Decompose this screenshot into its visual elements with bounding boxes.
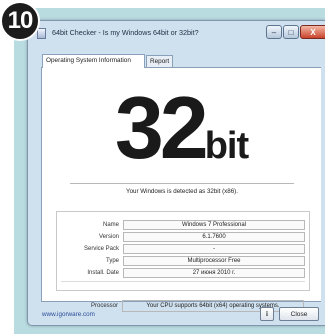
website-link[interactable]: www.igorware.com	[42, 311, 95, 318]
info-row-name: Name Windows 7 Professional	[57, 220, 309, 231]
info-row-install-date: Install. Date 27 июня 2010 г.	[57, 268, 309, 279]
result-display: 32bit	[42, 78, 321, 178]
minimize-button[interactable]: –	[266, 25, 282, 39]
app-window: 64bit Checker - Is my Windows 64bit or 3…	[27, 20, 325, 326]
info-label: Type	[105, 258, 119, 264]
close-button[interactable]: Close	[279, 307, 319, 321]
system-info-group: Name Windows 7 Professional Version 6.1.…	[56, 211, 310, 291]
info-label: Name	[102, 222, 119, 228]
detected-message: Your Windows is detected as 32bit (x86).	[70, 183, 294, 199]
app-window-icon	[37, 28, 46, 39]
info-row-version: Version 6.1.7600	[57, 232, 309, 243]
info-row-type: Type Multiprocessor Free	[57, 256, 309, 267]
info-label: Version	[98, 234, 119, 240]
info-label: Install. Date	[87, 270, 119, 276]
result-number: 32	[114, 78, 209, 177]
tab-report[interactable]: Report	[146, 55, 173, 67]
title-bar[interactable]: 64bit Checker - Is my Windows 64bit or 3…	[28, 21, 325, 47]
window-close-button[interactable]: X	[300, 25, 325, 39]
info-value: Multiprocessor Free	[123, 256, 305, 266]
info-label: Service Pack	[83, 246, 119, 252]
step-number: 10	[7, 7, 34, 34]
maximize-button[interactable]: □	[283, 25, 299, 39]
window-footer: www.igorware.com i Close	[28, 304, 325, 327]
tab-panel: 32bit Your Windows is detected as 32bit …	[41, 67, 321, 312]
info-row-service-pack: Service Pack -	[57, 244, 309, 255]
info-value: 6.1.7600	[123, 232, 305, 242]
step-number-badge: 10	[0, 1, 40, 41]
info-value: 27 июня 2010 г.	[123, 268, 305, 278]
info-button[interactable]: i	[260, 307, 274, 321]
info-value: Windows 7 Professional	[123, 220, 305, 230]
divider	[61, 281, 305, 282]
window-title: 64bit Checker - Is my Windows 64bit or 3…	[52, 28, 199, 37]
info-value: -	[123, 244, 305, 254]
tab-operating-system-information[interactable]: Operating System Information	[42, 54, 145, 68]
result-unit: bit	[204, 125, 249, 167]
